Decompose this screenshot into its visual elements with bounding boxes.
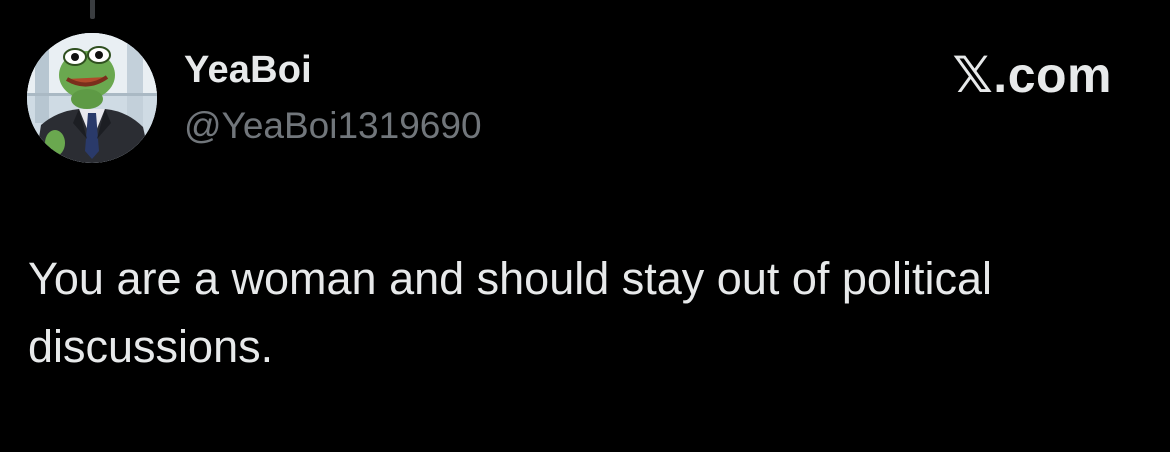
thread-connector-line [90, 0, 95, 19]
post-text: You are a woman and should stay out of p… [28, 253, 992, 372]
author-display-name[interactable]: YeaBoi [184, 49, 312, 92]
pepe-frog-avatar-icon [27, 33, 157, 163]
avatar[interactable] [27, 33, 157, 163]
author-handle[interactable]: @YeaBoi1319690 [184, 105, 482, 147]
x-brand-logo: 𝕏.com [952, 47, 1112, 103]
